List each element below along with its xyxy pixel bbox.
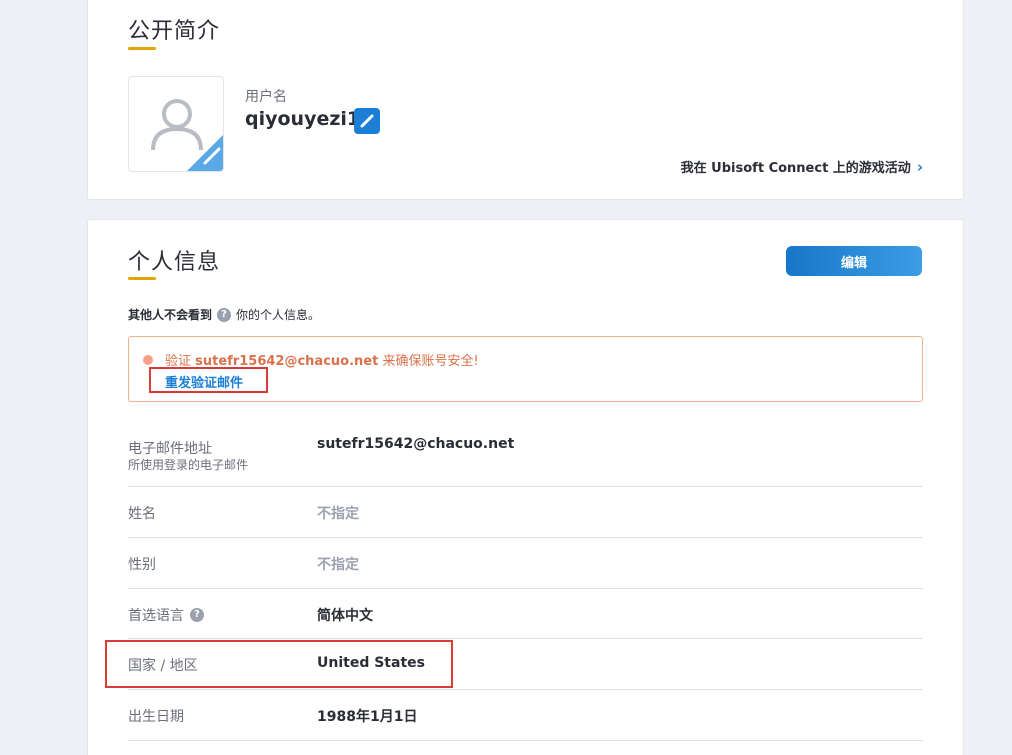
game-activity-link[interactable]: 我在 Ubisoft Connect 上的游戏活动 ›	[680, 157, 923, 177]
row-value: 不指定	[317, 557, 359, 573]
row-value: United States	[317, 655, 425, 671]
public-profile-title: 公开简介	[128, 19, 221, 44]
row-value: 1988年1月1日	[317, 709, 418, 725]
row-label: 国家 / 地区	[128, 658, 198, 674]
game-activity-label: 我在 Ubisoft Connect 上的游戏活动	[680, 161, 911, 176]
row-sublabel: 所使用登录的电子邮件	[128, 458, 249, 472]
row-label: 性别	[128, 557, 156, 573]
edit-username-button[interactable]	[354, 108, 380, 134]
title-underline	[128, 277, 156, 280]
question-circle-icon[interactable]: ?	[217, 307, 232, 322]
info-row-country: 国家 / 地区 United States	[128, 639, 923, 690]
row-value: 不指定	[317, 506, 359, 522]
username-label: 用户名	[245, 89, 287, 105]
title-underline	[128, 47, 156, 50]
profile-page: 公开简介 用户名 qiyouyezi1 我在 Ubisoft Connect 上…	[0, 0, 1012, 755]
alert-dot-icon	[143, 355, 153, 365]
info-row-birthday: 出生日期 1988年1月1日	[128, 690, 923, 741]
privacy-note: 其他人不会看到 ? 你的个人信息。	[128, 306, 320, 323]
resend-verification-link[interactable]: 重发验证邮件	[165, 372, 243, 391]
verify-email: sutefr15642@chacuo.net	[195, 354, 379, 369]
verify-suffix: 来确保账号安全!	[382, 354, 479, 369]
personal-info-card: 个人信息 编辑 其他人不会看到 ? 你的个人信息。 验证 sutefr15642…	[87, 219, 964, 755]
username: qiyouyezi1	[245, 108, 361, 130]
row-label: 出生日期	[128, 709, 184, 725]
user-avatar-icon	[151, 99, 223, 171]
privacy-note-bold: 其他人不会看到	[128, 308, 213, 322]
edit-info-button[interactable]: 编辑	[786, 246, 922, 276]
page-gutter	[1000, 0, 1012, 755]
row-value: 简体中文	[317, 608, 373, 624]
verify-message: 验证 sutefr15642@chacuo.net 来确保账号安全!	[165, 350, 479, 369]
pencil-icon	[360, 114, 374, 128]
info-row-language: 首选语言 ? 简体中文	[128, 589, 923, 639]
info-row-email: 电子邮件地址 所使用登录的电子邮件 sutefr15642@chacuo.net	[128, 416, 923, 487]
avatar[interactable]	[128, 76, 224, 172]
verify-email-alert: 验证 sutefr15642@chacuo.net 来确保账号安全! 重发验证邮…	[128, 336, 923, 402]
row-value: sutefr15642@chacuo.net	[317, 436, 515, 452]
verify-prefix: 验证	[165, 354, 192, 369]
row-label-text: 首选语言	[128, 608, 184, 624]
public-profile-card: 公开简介 用户名 qiyouyezi1 我在 Ubisoft Connect 上…	[87, 0, 964, 200]
chevron-right-icon: ›	[916, 157, 923, 176]
row-label: 姓名	[128, 506, 156, 522]
question-circle-icon[interactable]: ?	[190, 608, 204, 622]
info-row-gender: 性别 不指定	[128, 538, 923, 589]
personal-info-title: 个人信息	[128, 250, 221, 275]
privacy-note-text: 你的个人信息。	[236, 308, 321, 322]
row-label: 首选语言 ?	[128, 605, 204, 625]
info-row-name: 姓名 不指定	[128, 487, 923, 538]
row-label: 电子邮件地址	[128, 441, 212, 457]
